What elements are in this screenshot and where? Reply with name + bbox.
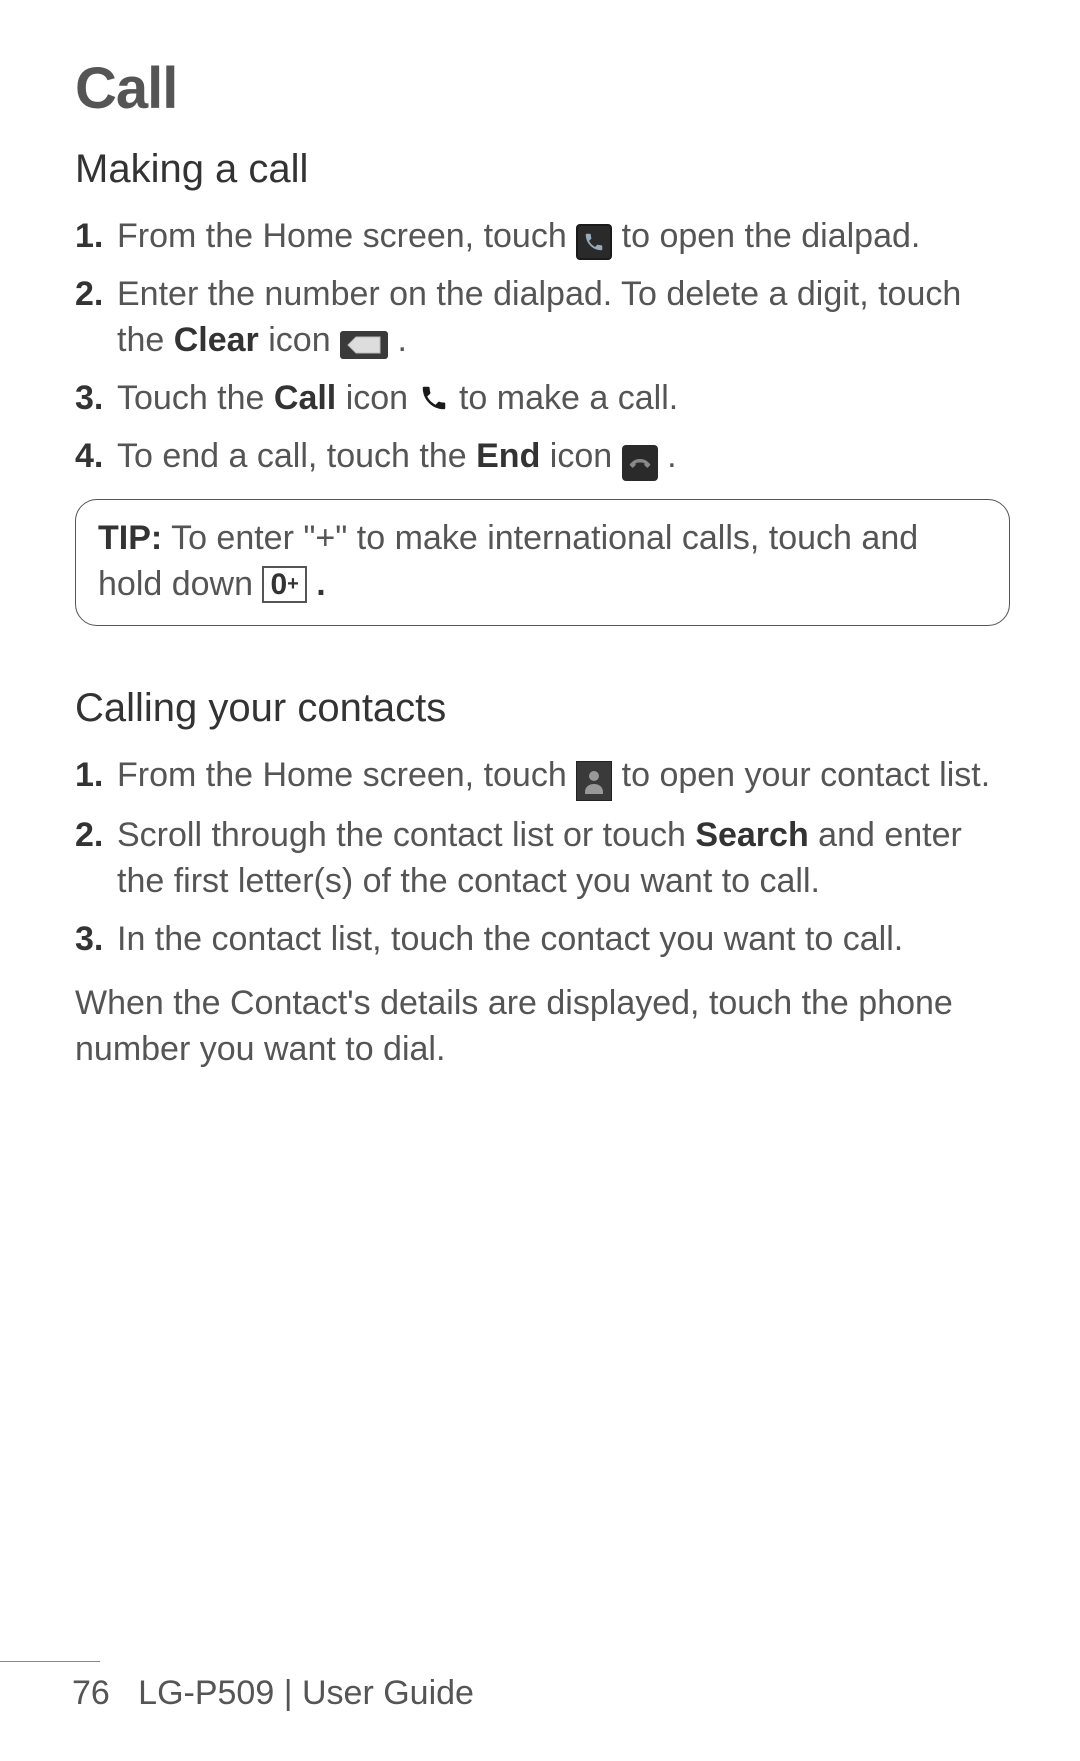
step-number: 1. — [75, 753, 103, 799]
step-number: 2. — [75, 272, 103, 318]
step-text-post: to open your contact list. — [622, 756, 991, 794]
footer-guide: User Guide — [302, 1674, 474, 1712]
step-text-post: . — [398, 321, 407, 359]
key-zero: 0 — [270, 568, 287, 601]
call-icon — [418, 382, 450, 414]
step-text-pre: In the contact list, touch the contact y… — [117, 920, 903, 958]
tip-text: To enter "+" to make international calls… — [98, 519, 918, 603]
page-number: 76 — [72, 1674, 110, 1712]
contacts-step-3: 3. In the contact list, touch the contac… — [75, 917, 1010, 963]
footer-separator: | — [274, 1674, 302, 1712]
contacts-step-1: 1. From the Home screen, touch to open y… — [75, 753, 1010, 801]
contacts-icon — [576, 761, 612, 801]
footer-rule — [0, 1661, 100, 1662]
footer-model: LG-P509 — [138, 1674, 274, 1712]
end-label: End — [476, 437, 540, 475]
backspace-icon — [340, 331, 388, 359]
tip-label: TIP: — [98, 519, 162, 557]
step-text-post: to open the dialpad. — [622, 217, 921, 255]
phone-app-icon — [576, 224, 612, 260]
step-3: 3. Touch the Call icon to make a call. — [75, 376, 1010, 422]
step-number: 2. — [75, 813, 103, 859]
step-text-pre: Touch the — [117, 379, 274, 417]
step-number: 3. — [75, 376, 103, 422]
step-text-mid: icon — [550, 437, 622, 475]
tip-box: TIP: To enter "+" to make international … — [75, 499, 1010, 627]
section-making-a-call-heading: Making a call — [75, 147, 1010, 192]
clear-label: Clear — [174, 321, 259, 359]
closing-paragraph: When the Contact's details are displayed… — [75, 981, 1010, 1073]
step-2: 2. Enter the number on the dialpad. To d… — [75, 272, 1010, 364]
search-label: Search — [695, 816, 808, 854]
end-call-icon — [622, 445, 658, 481]
step-text-pre: From the Home screen, touch — [117, 217, 576, 255]
step-number: 1. — [75, 214, 103, 260]
step-text-pre: To end a call, touch the — [117, 437, 476, 475]
step-text-pre: From the Home screen, touch — [117, 756, 576, 794]
step-number: 4. — [75, 434, 103, 480]
step-number: 3. — [75, 917, 103, 963]
tip-text-end: . — [316, 565, 325, 603]
step-text-mid: icon — [268, 321, 340, 359]
contacts-step-2: 2. Scroll through the contact list or to… — [75, 813, 1010, 905]
step-text-mid: icon — [346, 379, 418, 417]
step-text-post: . — [667, 437, 676, 475]
section-calling-contacts-heading: Calling your contacts — [75, 686, 1010, 731]
step-4: 4. To end a call, touch the End icon . — [75, 434, 1010, 481]
step-text-post: to make a call. — [459, 379, 678, 417]
page-footer: 76 LG-P509 | User Guide — [0, 1661, 1080, 1713]
making-a-call-steps: 1. From the Home screen, touch to open t… — [75, 214, 1010, 481]
call-label: Call — [274, 379, 336, 417]
zero-plus-key: 0+ — [262, 566, 306, 603]
calling-contacts-steps: 1. From the Home screen, touch to open y… — [75, 753, 1010, 963]
step-text-pre: Scroll through the contact list or touch — [117, 816, 695, 854]
key-plus: + — [287, 573, 299, 595]
step-1: 1. From the Home screen, touch to open t… — [75, 214, 1010, 260]
page-title: Call — [75, 55, 1010, 122]
